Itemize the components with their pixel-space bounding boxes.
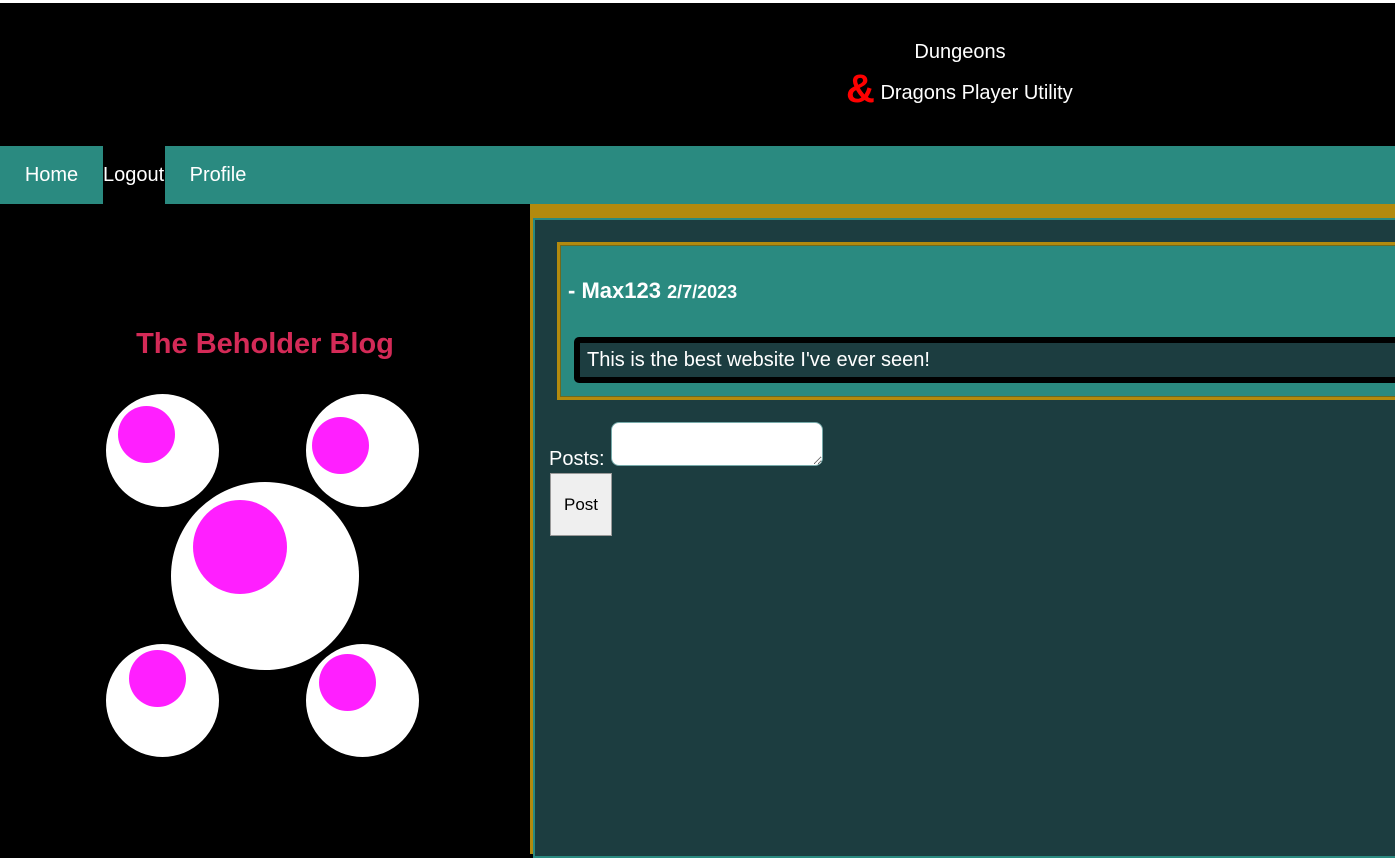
site-title-line1: Dungeons: [914, 41, 1006, 63]
blog-title: The Beholder Blog: [136, 328, 394, 360]
nav-profile-link[interactable]: Profile: [165, 146, 271, 204]
post-button[interactable]: Post: [550, 473, 612, 536]
beholder-pupil: [118, 406, 175, 463]
post-textarea[interactable]: [611, 422, 823, 466]
post-card: - Max123 2/7/2023 This is the best websi…: [557, 242, 1395, 400]
beholder-pupil: [319, 654, 376, 711]
beholder-pupil: [193, 500, 287, 594]
site-header: Dungeons & Dragons Player Utility: [0, 3, 1395, 146]
beholder-eye-top-left: [106, 394, 219, 507]
posts-label: Posts:: [549, 448, 605, 470]
nav-logout-link[interactable]: Logout: [103, 146, 165, 204]
post-body: This is the best website I've ever seen!: [580, 343, 1395, 377]
sidebar: The Beholder Blog: [0, 204, 530, 854]
beholder-eye-bottom-right: [306, 644, 419, 757]
site-title-text: Dragons Player Utility: [880, 82, 1073, 104]
beholder-eye-top-right: [306, 394, 419, 507]
site-title-line2: & Dragons Player Utility: [846, 69, 1073, 109]
nav-bar: Home Logout Profile: [0, 146, 1395, 204]
post-author: Max123: [581, 278, 661, 303]
ampersand-logo: &: [846, 67, 875, 111]
post-prefix: -: [568, 278, 582, 303]
posts-panel: - Max123 2/7/2023 This is the best websi…: [533, 218, 1395, 858]
beholder-pupil: [312, 417, 369, 474]
main-content: - Max123 2/7/2023 This is the best websi…: [530, 204, 1395, 858]
post-header: - Max123 2/7/2023: [568, 278, 737, 304]
post-body-frame: This is the best website I've ever seen!: [574, 337, 1395, 383]
beholder-pupil: [129, 650, 186, 707]
post-date: 2/7/2023: [667, 282, 738, 302]
beholder-eye-center: [171, 482, 359, 670]
nav-home-link[interactable]: Home: [0, 146, 103, 204]
beholder-eye-bottom-left: [106, 644, 219, 757]
